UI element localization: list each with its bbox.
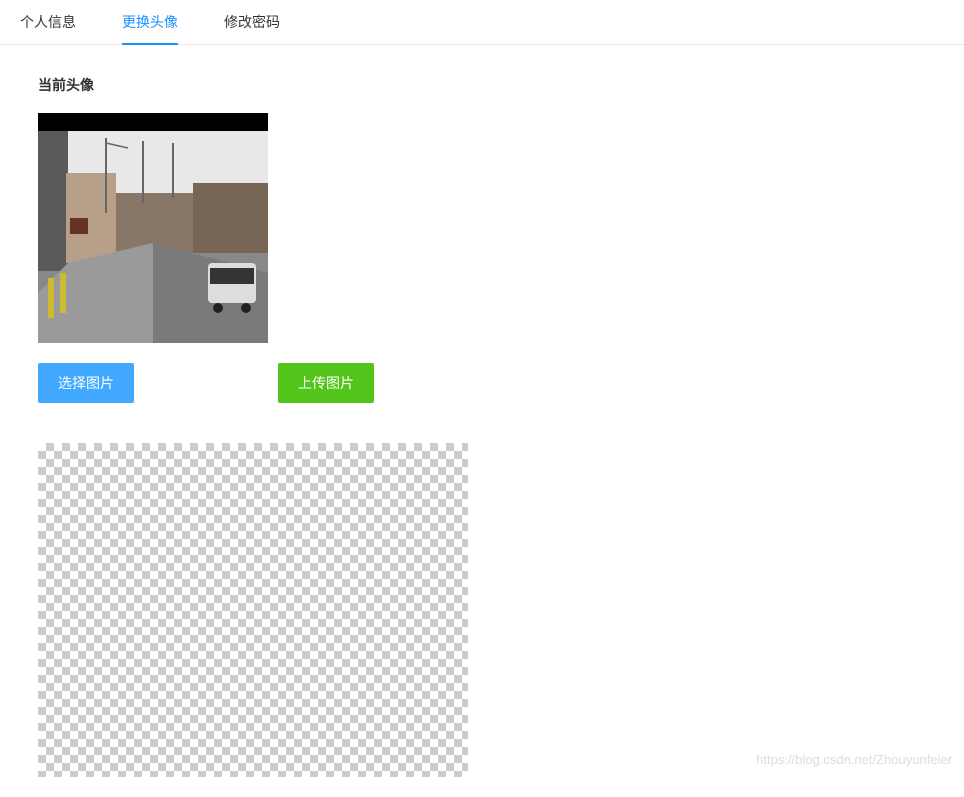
image-preview-canvas[interactable] (38, 443, 468, 777)
current-avatar-image (38, 113, 268, 343)
upload-image-button[interactable]: 上传图片 (278, 363, 374, 403)
watermark-text: https://blog.csdn.net/Zhouyunfeier (756, 752, 952, 767)
tab-change-avatar[interactable]: 更换头像 (122, 0, 178, 44)
current-avatar-label: 当前头像 (38, 75, 944, 95)
tab-change-password[interactable]: 修改密码 (224, 0, 280, 44)
content-area: 当前头像 选择图片 上传图片 (0, 45, 964, 797)
select-image-button[interactable]: 选择图片 (38, 363, 134, 403)
tab-personal-info[interactable]: 个人信息 (20, 0, 76, 44)
button-row: 选择图片 上传图片 (38, 363, 944, 403)
avatar-street-scene (38, 113, 268, 343)
tabs-bar: 个人信息 更换头像 修改密码 (0, 0, 964, 45)
